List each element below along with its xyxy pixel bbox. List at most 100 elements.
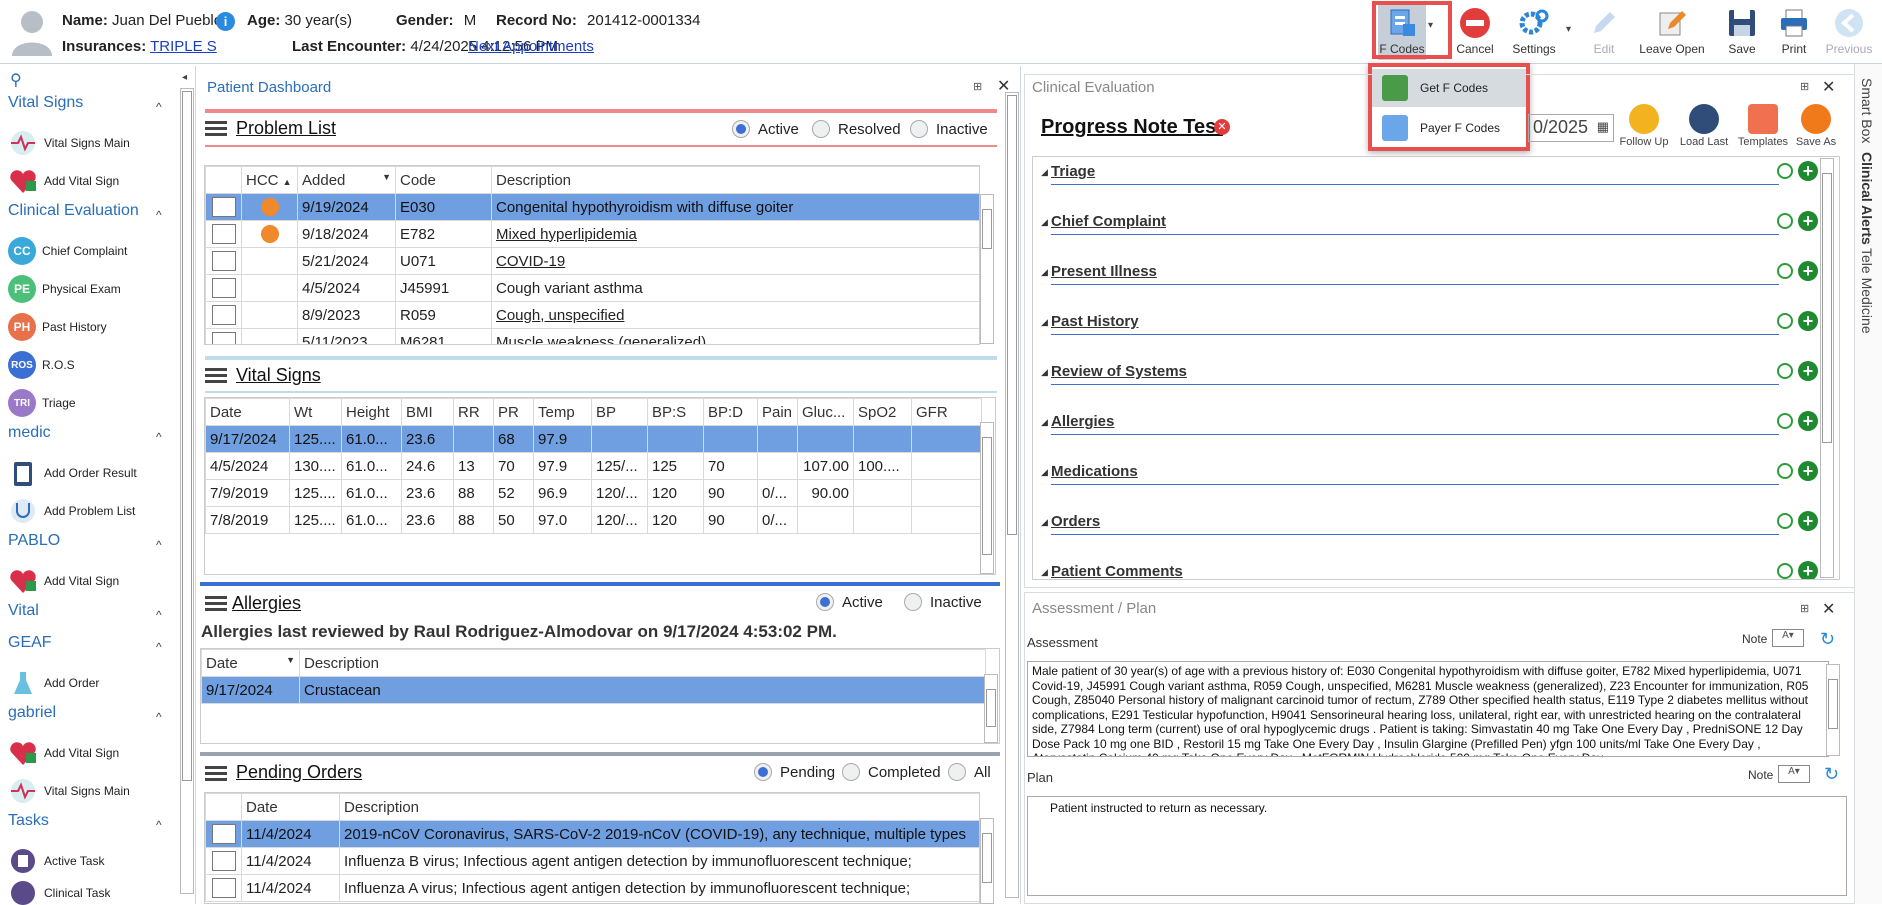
column-header[interactable]: Date: [205, 398, 290, 426]
remove-note-icon[interactable]: ✕: [1214, 119, 1230, 135]
alarm-clock-icon[interactable]: [1777, 363, 1793, 379]
table-row[interactable]: 9/17/2024 Crustacean: [201, 676, 986, 704]
cancel-button[interactable]: Cancel: [1454, 4, 1496, 60]
add-icon[interactable]: +: [1798, 411, 1818, 431]
clinical-section[interactable]: ◢ Chief Complaint +: [1041, 211, 1821, 261]
refresh-icon[interactable]: ↻: [1824, 764, 1839, 785]
section-title[interactable]: Chief Complaint: [1051, 213, 1166, 230]
clinical-section[interactable]: ◢ Allergies +: [1041, 411, 1821, 461]
row-checkbox[interactable]: [205, 274, 242, 302]
tab-smart-box[interactable]: Smart Box: [1859, 78, 1875, 143]
clinical-section[interactable]: ◢ Triage +: [1041, 161, 1821, 211]
collapse-triangle-icon[interactable]: ◢: [1041, 267, 1048, 278]
nav-section-vital[interactable]: Vital: [8, 602, 39, 620]
pending-orders-scrollbar[interactable]: [980, 818, 994, 904]
chevron-up-icon[interactable]: ^: [156, 818, 162, 832]
nav-item-add-vital-sign-gabriel[interactable]: Add Vital Sign: [8, 737, 119, 769]
nav-item-add-order-result[interactable]: Add Order Result: [8, 457, 137, 489]
alarm-clock-icon[interactable]: [1777, 163, 1793, 179]
alarm-clock-icon[interactable]: [1777, 513, 1793, 529]
nav-item-add-vital-sign-pablo[interactable]: Add Vital Sign: [8, 565, 119, 597]
nav-item-chief-complaint[interactable]: CC Chief Complaint: [8, 235, 127, 267]
row-checkbox[interactable]: [205, 220, 242, 248]
alarm-clock-icon[interactable]: [1777, 463, 1793, 479]
column-header-date[interactable]: Date ▼: [201, 649, 300, 677]
description-cell[interactable]: COVID-19: [491, 247, 979, 275]
clinical-section[interactable]: ◢ Patient Comments +: [1041, 561, 1821, 579]
table-row[interactable]: 11/4/2024 Influenza B virus; Infectious a…: [205, 847, 979, 875]
edit-button[interactable]: Edit: [1582, 4, 1626, 60]
description-cell[interactable]: Cough, unspecified: [491, 301, 979, 329]
add-icon[interactable]: +: [1798, 561, 1818, 579]
section-title[interactable]: Past History: [1051, 313, 1139, 330]
menu-icon[interactable]: [205, 766, 227, 782]
column-header[interactable]: SpO2: [853, 398, 912, 426]
nav-scrollbar[interactable]: [180, 88, 194, 894]
table-row[interactable]: 4/5/2024 130.... 61.0... 24.6 13 70 97.9 125/..…: [205, 452, 982, 480]
table-row[interactable]: 11/4/2024 Influenza A virus; Infectious a…: [205, 874, 979, 902]
column-header[interactable]: PR: [493, 398, 534, 426]
alarm-clock-icon[interactable]: [1777, 313, 1793, 329]
collapse-triangle-icon[interactable]: ◢: [1041, 167, 1048, 178]
nav-item-add-order[interactable]: Add Order: [8, 667, 99, 699]
nav-item-vital-signs-main-gabriel[interactable]: Vital Signs Main: [8, 775, 130, 807]
column-header[interactable]: BMI: [401, 398, 454, 426]
collapse-triangle-icon[interactable]: ◢: [1041, 567, 1048, 578]
add-icon[interactable]: +: [1798, 361, 1818, 381]
chevron-up-icon[interactable]: ^: [156, 538, 162, 552]
save-button[interactable]: Save: [1720, 4, 1764, 60]
alarm-clock-icon[interactable]: [1777, 213, 1793, 229]
clinical-section[interactable]: ◢ Past History +: [1041, 311, 1821, 361]
clinical-section[interactable]: ◢ Medications +: [1041, 461, 1821, 511]
column-header-date[interactable]: Date: [241, 793, 340, 821]
filter-resolved-radio[interactable]: Resolved: [812, 120, 901, 138]
chevron-up-icon[interactable]: ^: [156, 100, 162, 114]
alarm-clock-icon[interactable]: [1777, 413, 1793, 429]
column-header[interactable]: BP:D: [703, 398, 758, 426]
alarm-clock-icon[interactable]: [1777, 263, 1793, 279]
next-appointments-link[interactable]: Next Appointments: [468, 38, 594, 55]
column-header-hcc[interactable]: HCC ▲: [241, 166, 298, 194]
search-icon[interactable]: ⚲: [10, 70, 22, 90]
row-checkbox[interactable]: [205, 328, 242, 344]
nav-section-vital-signs[interactable]: Vital Signs: [8, 94, 83, 112]
column-header[interactable]: Temp: [533, 398, 592, 426]
problem-list-title[interactable]: Problem List: [236, 118, 336, 139]
assessment-note-dropdown[interactable]: A▾: [1772, 629, 1804, 647]
tab-tele-medicine[interactable]: Tele Medicine: [1859, 248, 1875, 334]
dashboard-scrollbar[interactable]: [1005, 92, 1019, 898]
load-last-button[interactable]: Load Last: [1676, 104, 1732, 148]
assessment-scrollbar[interactable]: [1826, 664, 1840, 756]
column-header[interactable]: Gluc...: [797, 398, 854, 426]
nav-item-add-problem-list[interactable]: Add Problem List: [8, 495, 135, 527]
chevron-up-icon[interactable]: ^: [156, 608, 162, 622]
nav-item-add-vital-sign[interactable]: Add Vital Sign: [8, 165, 119, 197]
add-icon[interactable]: +: [1798, 461, 1818, 481]
clinical-section[interactable]: ◢ Present Illness +: [1041, 261, 1821, 311]
section-title[interactable]: Patient Comments: [1051, 563, 1183, 579]
chevron-up-icon[interactable]: ^: [156, 710, 162, 724]
column-header[interactable]: RR: [453, 398, 494, 426]
row-checkbox[interactable]: [205, 193, 242, 221]
add-icon[interactable]: +: [1798, 261, 1818, 281]
clinical-section[interactable]: ◢ Review of Systems +: [1041, 361, 1821, 411]
menu-icon[interactable]: [205, 121, 227, 137]
nav-item-triage[interactable]: TRI Triage: [8, 387, 76, 419]
section-title[interactable]: Review of Systems: [1051, 363, 1187, 380]
column-header[interactable]: Height: [341, 398, 402, 426]
order-filter-completed-radio[interactable]: Completed: [842, 763, 941, 781]
follow-up-button[interactable]: Follow Up: [1618, 104, 1670, 148]
nav-section-gabriel[interactable]: gabriel: [8, 704, 56, 722]
nav-section-tasks[interactable]: Tasks: [8, 812, 49, 830]
insurance-link[interactable]: TRIPLE S: [150, 38, 217, 55]
clinical-section[interactable]: ◢ Orders +: [1041, 511, 1821, 561]
allergy-filter-active-radio[interactable]: Active: [816, 593, 883, 611]
refresh-icon[interactable]: ↻: [1820, 629, 1835, 650]
nav-section-clinical-evaluation[interactable]: Clinical Evaluation: [8, 202, 139, 220]
assessment-textarea[interactable]: Male patient of 30 year(s) of age with a…: [1027, 661, 1829, 757]
order-filter-pending-radio[interactable]: Pending: [754, 763, 835, 781]
allergies-title[interactable]: Allergies: [232, 593, 301, 614]
column-header[interactable]: Wt: [289, 398, 342, 426]
alarm-clock-icon[interactable]: [1777, 563, 1793, 579]
description-cell[interactable]: Mixed hyperlipidemia: [491, 220, 979, 248]
